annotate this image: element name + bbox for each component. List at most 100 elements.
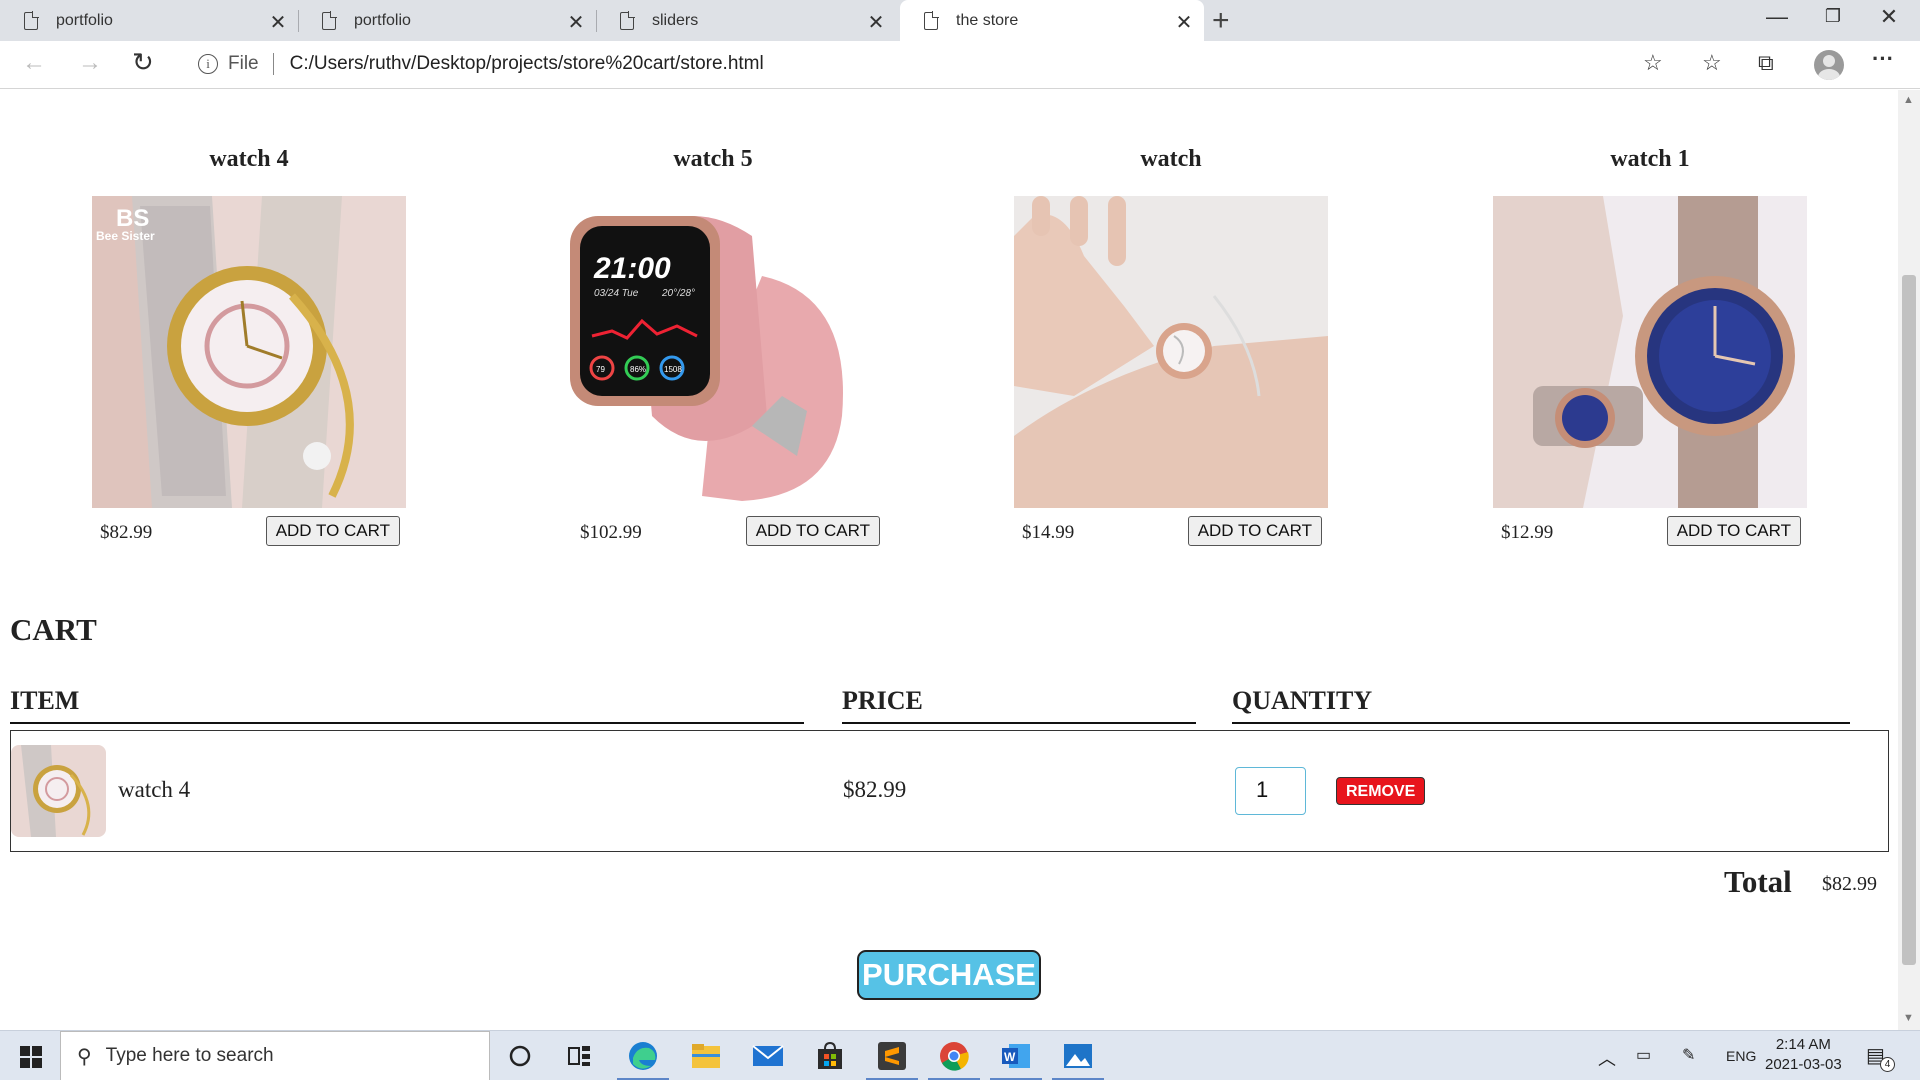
watch-screen-time: 21:00 xyxy=(593,252,671,285)
edge-icon[interactable] xyxy=(617,1039,669,1080)
show-hidden-icons-icon[interactable]: ︿ xyxy=(1598,1045,1616,1071)
search-icon: ⚲ xyxy=(77,1045,92,1068)
cart-item-thumbnail xyxy=(11,745,106,837)
store-icon[interactable] xyxy=(812,1039,848,1073)
tab-bar: portfolio ✕ portfolio ✕ sliders ✕ the st… xyxy=(0,0,1920,41)
watch-ring-1: 79 xyxy=(596,365,605,374)
product-price: $12.99 xyxy=(1501,522,1554,543)
product-title: watch 1 xyxy=(1610,146,1690,172)
brand-logo-text: BS xyxy=(116,205,149,232)
taskbar: ⚲ Type here to search W ︿ ▭ ✎ ENG 2:14 A… xyxy=(0,1030,1920,1080)
sublime-text-icon[interactable] xyxy=(866,1039,918,1080)
tab-title: sliders xyxy=(652,11,699,29)
forward-icon[interactable]: → xyxy=(78,49,102,77)
quantity-input[interactable]: 1 xyxy=(1235,767,1306,815)
tab-sliders[interactable]: sliders ✕ xyxy=(596,0,896,41)
tab-title: the store xyxy=(956,11,1019,29)
clock[interactable]: 2:14 AM 2021-03-03 xyxy=(1765,1035,1842,1075)
language-indicator[interactable]: ENG xyxy=(1726,1048,1756,1064)
svg-text:W: W xyxy=(1004,1050,1016,1064)
scroll-down-icon[interactable]: ▼ xyxy=(1903,1012,1914,1024)
watch-screen-temp: 20°/28° xyxy=(661,288,695,299)
restore-button[interactable]: ❐ xyxy=(1810,6,1856,27)
address-toolbar: ← → ↻ i File C:/Users/ruthv/Desktop/proj… xyxy=(0,41,1920,89)
chrome-icon[interactable] xyxy=(928,1039,980,1080)
product-image: 21:00 03/24 Tue 20°/28° 79 86% 1508 xyxy=(552,196,874,508)
watch-ring-2: 86% xyxy=(630,365,646,374)
cart-row: watch 4 $82.99 1 REMOVE xyxy=(10,730,1889,852)
close-tab-icon[interactable]: ✕ xyxy=(866,10,886,35)
column-header-item: ITEM xyxy=(10,686,804,724)
add-to-cart-button[interactable]: ADD TO CART xyxy=(1666,516,1801,546)
tab-portfolio-2[interactable]: portfolio ✕ xyxy=(298,0,596,41)
photos-icon[interactable] xyxy=(1052,1039,1104,1080)
add-favorite-icon[interactable]: ☆ xyxy=(1643,50,1663,76)
cart-heading: CART xyxy=(10,612,97,647)
file-explorer-icon[interactable] xyxy=(688,1039,724,1073)
product-title: watch 5 xyxy=(673,146,753,172)
page-scrollbar[interactable]: ▲ ▼ xyxy=(1898,90,1920,1030)
tab-the-store[interactable]: the store ✕ xyxy=(900,0,1204,41)
brand-name-text: Bee Sister xyxy=(96,229,155,243)
total-value: $82.99 xyxy=(1822,873,1877,895)
product-image xyxy=(1014,196,1328,508)
favorites-icon[interactable]: ☆ xyxy=(1702,50,1722,76)
cortana-icon[interactable] xyxy=(502,1039,538,1073)
battery-icon[interactable]: ▭ xyxy=(1636,1045,1651,1065)
close-tab-icon[interactable]: ✕ xyxy=(566,10,586,35)
close-window-button[interactable]: ✕ xyxy=(1866,4,1912,30)
minimize-button[interactable]: — xyxy=(1754,4,1800,30)
task-view-icon[interactable] xyxy=(562,1039,598,1073)
url-text[interactable]: C:/Users/ruthv/Desktop/projects/store%20… xyxy=(290,53,764,75)
add-to-cart-button[interactable]: ADD TO CART xyxy=(1187,516,1322,546)
new-tab-button[interactable]: + xyxy=(1212,4,1230,38)
page-icon xyxy=(24,10,39,30)
scroll-up-icon[interactable]: ▲ xyxy=(1903,94,1914,106)
product-image: BS Bee Sister xyxy=(92,196,406,508)
page-content: watch 4 BS Bee Sister $82.99 ADD TO CART xyxy=(0,90,1898,1030)
word-icon[interactable]: W xyxy=(990,1039,1042,1080)
info-icon[interactable]: i xyxy=(198,54,218,74)
column-header-quantity: QUANTITY xyxy=(1232,686,1850,724)
close-tab-icon[interactable]: ✕ xyxy=(1174,10,1194,35)
product-price: $102.99 xyxy=(580,522,642,543)
page-icon xyxy=(924,10,939,30)
clock-time: 2:14 AM xyxy=(1775,1036,1831,1053)
cart-item-price: $82.99 xyxy=(843,777,907,802)
taskbar-search[interactable]: ⚲ Type here to search xyxy=(60,1031,490,1080)
tab-portfolio-1[interactable]: portfolio ✕ xyxy=(0,0,298,41)
mail-icon[interactable] xyxy=(750,1039,786,1073)
add-to-cart-button[interactable]: ADD TO CART xyxy=(745,516,880,546)
back-icon[interactable]: ← xyxy=(22,49,46,77)
divider xyxy=(272,53,274,75)
more-options-icon[interactable]: ··· xyxy=(1872,46,1894,72)
product-title: watch xyxy=(1140,146,1202,172)
remove-button[interactable]: REMOVE xyxy=(1336,777,1426,805)
page-icon xyxy=(620,10,635,30)
page-icon xyxy=(322,10,337,30)
profile-avatar[interactable] xyxy=(1814,50,1844,80)
add-to-cart-button[interactable]: ADD TO CART xyxy=(265,516,400,546)
product-image xyxy=(1493,196,1807,508)
collections-icon[interactable]: ⧉ xyxy=(1758,50,1774,76)
windows-start-icon[interactable] xyxy=(20,1046,42,1068)
refresh-icon[interactable]: ↻ xyxy=(132,47,154,78)
close-tab-icon[interactable]: ✕ xyxy=(268,10,288,35)
search-placeholder: Type here to search xyxy=(105,1045,274,1066)
notification-count: 4 xyxy=(1880,1057,1895,1072)
pen-icon[interactable]: ✎ xyxy=(1682,1045,1695,1065)
column-header-price: PRICE xyxy=(842,686,1196,724)
watch-screen-date: 03/24 Tue xyxy=(594,288,639,299)
clock-date: 2021-03-03 xyxy=(1765,1056,1842,1073)
tab-title: portfolio xyxy=(354,11,411,29)
file-label: File xyxy=(228,53,259,74)
address-bar[interactable]: i File C:/Users/ruthv/Desktop/projects/s… xyxy=(182,45,1682,83)
purchase-button[interactable]: PURCHASE xyxy=(857,950,1041,1000)
product-price: $14.99 xyxy=(1022,522,1075,543)
total-label: Total xyxy=(1724,864,1792,899)
tab-title: portfolio xyxy=(56,11,113,29)
cart-item-name: watch 4 xyxy=(118,777,191,802)
watch-ring-3: 1508 xyxy=(664,365,682,374)
product-price: $82.99 xyxy=(100,522,153,543)
scroll-thumb[interactable] xyxy=(1902,275,1916,965)
